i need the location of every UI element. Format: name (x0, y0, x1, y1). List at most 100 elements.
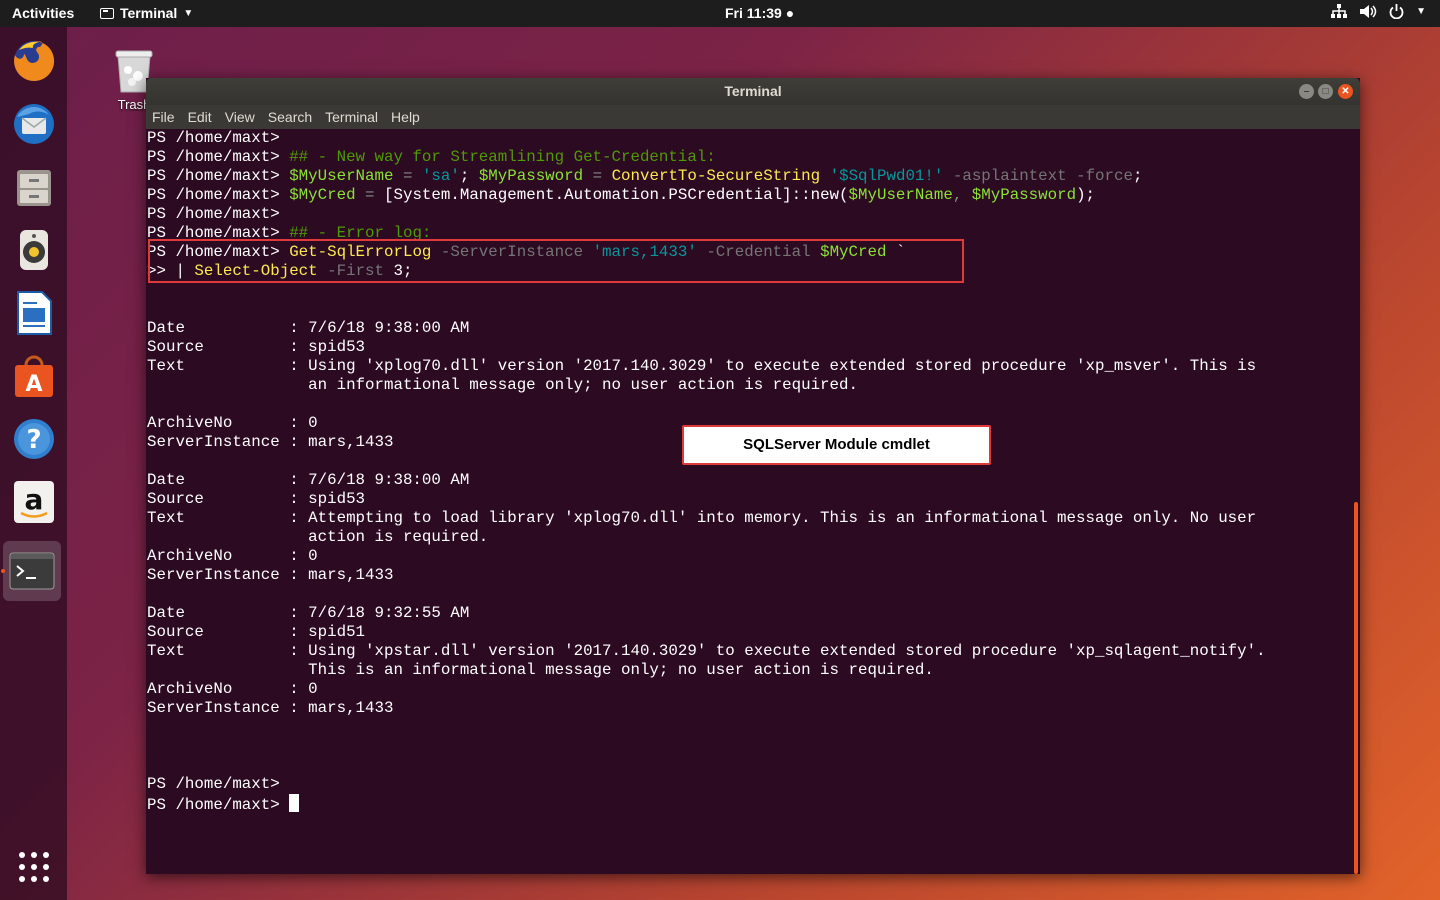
terminal-text: ConvertTo-SecureString (611, 167, 821, 185)
terminal-text: $MyCred (289, 186, 356, 204)
terminal-text: ServerInstance : mars,1433 (147, 433, 394, 451)
terminal-line: PS /home/maxt> (147, 205, 1360, 224)
terminal-text: [System.Management.Automation.PSCredenti… (384, 186, 849, 204)
dock-software[interactable]: A (6, 348, 61, 403)
text-cursor (289, 794, 300, 812)
system-status[interactable]: ▼ (1331, 4, 1426, 19)
minimize-button[interactable]: – (1299, 84, 1314, 99)
svg-text:?: ? (26, 425, 41, 455)
activities-button[interactable]: Activities (12, 5, 74, 21)
terminal-text: Source : spid51 (147, 623, 366, 641)
dock: A ? a (0, 27, 67, 900)
terminal-line: ServerInstance : mars,1433 (147, 566, 1360, 585)
svg-text:A: A (25, 372, 42, 397)
close-button[interactable]: ✕ (1338, 84, 1353, 99)
maximize-button[interactable]: □ (1318, 84, 1333, 99)
dock-amazon[interactable]: a (6, 474, 61, 529)
top-bar: Activities Terminal ▼ Fri 11:39 ● ▼ (0, 0, 1440, 27)
terminal-icon (9, 552, 55, 590)
terminal-small-icon (100, 7, 114, 19)
chevron-down-icon: ▼ (1416, 6, 1426, 17)
terminal-text: ArchiveNo : 0 (147, 680, 318, 698)
terminal-line: ArchiveNo : 0 (147, 547, 1360, 566)
terminal-text: '$SqlPwd01!' (829, 167, 944, 185)
terminal-text: PS /home/maxt> (147, 186, 290, 204)
terminal-line: action is required. (147, 528, 1360, 547)
window-titlebar[interactable]: Terminal – □ ✕ (146, 78, 1360, 105)
dock-thunderbird[interactable] (6, 96, 61, 151)
maximize-icon: □ (1322, 86, 1329, 97)
menu-view[interactable]: View (225, 109, 255, 125)
terminal-text: PS /home/maxt> (147, 775, 280, 793)
terminal-line: This is an informational message only; n… (147, 661, 1360, 680)
terminal-text: = (583, 167, 612, 185)
dock-writer[interactable] (6, 285, 61, 340)
terminal-line: PS /home/maxt> ## - New way for Streamli… (147, 148, 1360, 167)
terminal-text: = (355, 186, 385, 204)
terminal-line: PS /home/maxt> (147, 129, 1360, 148)
svg-text:a: a (24, 483, 43, 516)
terminal-text: $MyPassword (971, 186, 1077, 204)
menu-edit[interactable]: Edit (188, 109, 212, 125)
dock-rhythmbox[interactable] (6, 222, 61, 277)
app-menu[interactable]: Terminal ▼ (100, 5, 193, 21)
dock-help[interactable]: ? (6, 411, 61, 466)
terminal-line: Date : 7/6/18 9:38:00 AM (147, 319, 1360, 338)
window-title: Terminal (724, 83, 782, 99)
terminal-line: Text : Using 'xplog70.dll' version '2017… (147, 357, 1360, 376)
help-icon: ? (13, 418, 54, 459)
chevron-down-icon: ▼ (183, 7, 194, 19)
terminal-text: Text : Attempting to load library 'xplog… (147, 509, 1257, 527)
clock[interactable]: Fri 11:39 ● (725, 5, 794, 21)
terminal-text: $MyUserName (848, 186, 953, 204)
show-applications-button[interactable] (6, 839, 61, 894)
menu-file[interactable]: File (152, 109, 175, 125)
dock-terminal[interactable] (3, 541, 61, 601)
terminal-text: $MyPassword (478, 167, 584, 185)
menu-help[interactable]: Help (391, 109, 420, 125)
terminal-line: Text : Using 'xpstar.dll' version '2017.… (147, 642, 1360, 661)
network-icon (1331, 4, 1348, 18)
running-indicator (1, 569, 5, 573)
terminal-line: ServerInstance : mars,1433 (147, 699, 1360, 718)
terminal-line: PS /home/maxt> (147, 794, 1360, 814)
terminal-text: 'sa' (421, 167, 460, 185)
power-icon (1389, 4, 1404, 19)
dock-files[interactable] (6, 159, 61, 214)
terminal-scrollbar[interactable] (1354, 502, 1358, 874)
terminal-text: PS /home/maxt> (147, 205, 280, 223)
thunderbird-icon (13, 103, 54, 144)
terminal-text: ServerInstance : mars,1433 (147, 699, 394, 717)
show-applications-icon (18, 851, 49, 882)
terminal-window[interactable]: Terminal – □ ✕ File Edit View Search Ter… (146, 78, 1360, 874)
terminal-line: Source : spid51 (147, 623, 1360, 642)
terminal-line: an informational message only; no user a… (147, 376, 1360, 395)
clock-label: Fri 11:39 (725, 5, 782, 21)
annotation-callout: SQLServer Module cmdlet (682, 425, 991, 465)
software-center-icon: A (14, 355, 53, 397)
terminal-text: -asplaintext -force (943, 167, 1133, 185)
firefox-icon (13, 40, 54, 81)
terminal-text: ); (1076, 186, 1096, 204)
terminal-text: Text : Using 'xplog70.dll' version '2017… (147, 357, 1257, 375)
terminal-text: ## - New way for Streamlining Get-Creden… (289, 148, 716, 166)
terminal-text: ; (459, 167, 479, 185)
terminal-text: This is an informational message only; n… (147, 661, 934, 679)
app-menu-label: Terminal (120, 5, 178, 21)
menu-search[interactable]: Search (268, 109, 312, 125)
terminal-text: ArchiveNo : 0 (147, 414, 318, 432)
terminal-text: Date : 7/6/18 9:38:00 AM (147, 319, 470, 337)
files-icon (16, 169, 51, 206)
notification-dot-icon: ● (785, 5, 795, 21)
terminal-text: PS /home/maxt> (147, 796, 290, 814)
terminal-text: Source : spid53 (147, 338, 366, 356)
menu-bar: File Edit View Search Terminal Help (146, 105, 1360, 129)
dock-firefox[interactable] (6, 33, 61, 88)
menu-terminal[interactable]: Terminal (325, 109, 378, 125)
